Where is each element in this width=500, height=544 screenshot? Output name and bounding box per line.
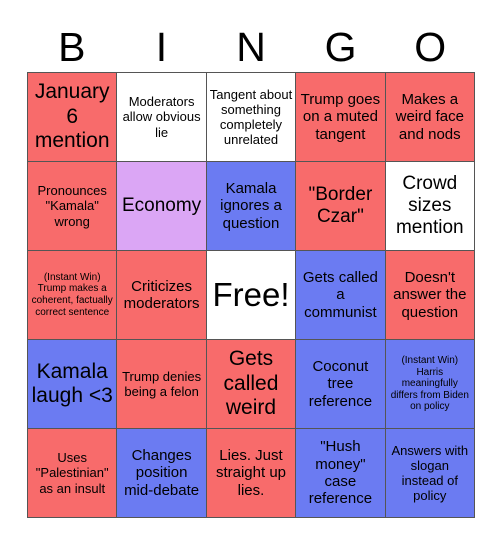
bingo-cell-r2c1[interactable]: Pronounces "Kamala" wrong [28,162,118,251]
bingo-cell-label: Answers with slogan instead of policy [391,442,469,504]
bingo-cell-r5c2[interactable]: Changes position mid-debate [117,429,207,518]
bingo-cell-r2c2[interactable]: Economy [117,162,207,251]
bingo-cell-label: (Instant Win) Harris meaningfully differ… [390,355,469,413]
bingo-cell-label: "Border Czar" [308,183,373,227]
header-letter-g: G [324,23,357,70]
bingo-cell-label: January 6 mention [34,80,110,153]
bingo-cell-r4c2[interactable]: Trump denies being a felon [117,340,207,429]
bingo-cell-r1c1[interactable]: January 6 mention [28,73,118,162]
bingo-cell-label: Criticizes moderators [123,277,200,312]
bingo-cell-label: "Hush money" case reference [308,438,373,508]
bingo-cell-r2c5[interactable]: Crowd sizes mention [385,162,475,251]
bingo-cell-r4c3[interactable]: Gets called weird [206,340,297,429]
bingo-cell-label: Crowd sizes mention [395,172,464,239]
bingo-cell-label: (Instant Win) Trump makes a coherent, fa… [31,271,113,318]
bingo-cell-label: Changes position mid-debate [124,446,200,499]
bingo-cell-label: Gets called weird [223,347,279,420]
bingo-cell-label: Moderators allow obvious lie [122,94,201,140]
bingo-cell-r3c5[interactable]: Doesn't answer the question [385,251,475,340]
bingo-cell-r5c4[interactable]: "Hush money" case reference [296,429,386,518]
bingo-card: B I N G O January 6 mention Moderators al… [0,0,500,544]
bingo-cell-label: Lies. Just straight up lies. [215,446,287,499]
bingo-cell-r4c1[interactable]: Kamala laugh <3 [28,340,118,429]
header-letter-b: B [58,23,86,70]
bingo-cell-label: Kamala laugh <3 [31,359,113,407]
bingo-cell-label: Trump goes on a muted tangent [300,90,381,143]
bingo-cell-label: Coconut tree reference [308,357,373,410]
bingo-grid: January 6 mention Moderators allow obviou… [27,72,475,518]
bingo-cell-r5c3[interactable]: Lies. Just straight up lies. [206,429,297,518]
bingo-cell-label: Trump denies being a felon [122,368,202,399]
bingo-cell-r5c5[interactable]: Answers with slogan instead of policy [385,429,475,518]
header-letter-n: N [236,23,266,70]
bingo-header: B I N G O [27,22,475,72]
bingo-cell-label: Economy [121,194,202,216]
header-letter-i: I [155,23,168,70]
header-letter-o: O [414,23,447,70]
bingo-cell-label: Uses "Palestinian" as an insult [35,450,109,496]
bingo-cell-r1c2[interactable]: Moderators allow obvious lie [117,73,207,162]
bingo-cell-label: Kamala ignores a question [220,179,282,232]
bingo-cell-label: Tangent about something completely unrel… [209,86,293,148]
bingo-cell-r3c4[interactable]: Gets called a communist [296,251,386,340]
bingo-cell-label: Free! [212,275,290,313]
bingo-cell-r5c1[interactable]: Uses "Palestinian" as an insult [28,429,118,518]
bingo-cell-r2c3[interactable]: Kamala ignores a question [206,162,297,251]
bingo-cell-r2c4[interactable]: "Border Czar" [296,162,386,251]
bingo-cell-label: Doesn't answer the question [393,268,467,321]
bingo-cell-label: Pronounces "Kamala" wrong [37,183,107,229]
bingo-cell-r1c4[interactable]: Trump goes on a muted tangent [296,73,386,162]
bingo-cell-r3c3[interactable]: Free! [206,251,297,340]
bingo-cell-r4c5[interactable]: (Instant Win) Harris meaningfully differ… [385,340,475,429]
bingo-cell-r3c2[interactable]: Criticizes moderators [117,251,207,340]
bingo-cell-r4c4[interactable]: Coconut tree reference [296,340,386,429]
bingo-cell-r1c3[interactable]: Tangent about something completely unrel… [206,73,297,162]
bingo-cell-label: Gets called a communist [302,268,378,321]
bingo-cell-label: Makes a weird face and nods [395,90,464,143]
bingo-cell-r1c5[interactable]: Makes a weird face and nods [385,73,475,162]
bingo-cell-r3c1[interactable]: (Instant Win) Trump makes a coherent, fa… [28,251,118,340]
